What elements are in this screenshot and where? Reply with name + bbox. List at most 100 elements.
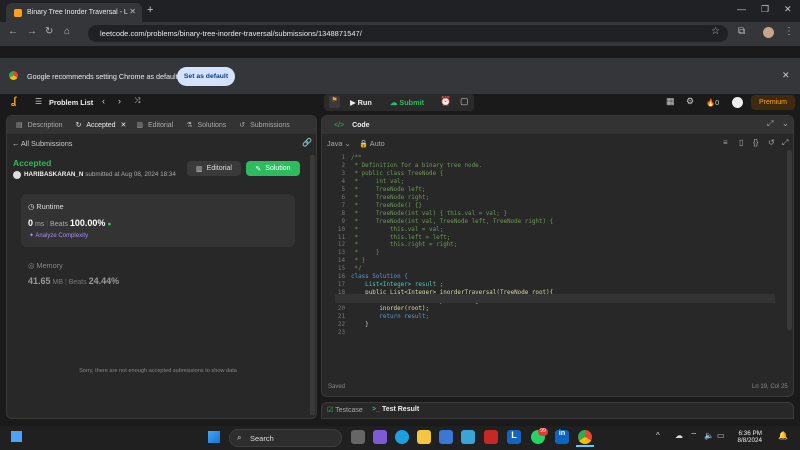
auto-mode-toggle[interactable]: 🔒 Auto — [359, 139, 385, 148]
tab-description[interactable]: ▤ Description — [13, 121, 69, 129]
code-line[interactable]: 14 * } — [327, 257, 777, 265]
mcafee-icon[interactable] — [484, 430, 498, 444]
code-line[interactable]: 7 * TreeNode() {} — [327, 202, 777, 210]
taskbar-search[interactable]: ⌕ Search — [229, 429, 342, 447]
close-infobar-icon[interactable]: ✕ — [782, 70, 790, 81]
close-tab-icon[interactable]: ✕ — [129, 7, 136, 16]
start-icon[interactable] — [208, 431, 220, 443]
chevron-up-icon[interactable]: ^ — [656, 431, 660, 440]
reload-icon[interactable]: ↻ — [45, 26, 53, 37]
clock[interactable]: 6:36 PM 8/8/2024 — [732, 430, 762, 444]
run-button[interactable]: ▶ Run — [350, 98, 372, 107]
back-icon[interactable]: ← — [8, 26, 18, 37]
set-as-default-button[interactable]: Set as default — [177, 67, 235, 86]
editorial-button[interactable]: ▥ Editorial — [187, 161, 241, 176]
tab-accepted[interactable]: ↻ Accepted ✕ — [73, 121, 130, 129]
profile-avatar[interactable] — [763, 27, 774, 38]
code-line[interactable]: 10 * this.val = val; — [327, 226, 777, 234]
maximize-icon[interactable]: ❐ — [761, 4, 769, 15]
new-tab-icon[interactable]: + — [147, 4, 153, 16]
settings-gear-icon[interactable]: ⚙ — [686, 96, 694, 107]
prev-problem-icon[interactable]: ‹ — [102, 96, 105, 106]
code-line[interactable]: 22 } — [327, 321, 777, 329]
code-line[interactable]: 23 — [327, 329, 777, 337]
chrome-taskbar-icon[interactable] — [578, 430, 592, 444]
code-line[interactable]: 9 * TreeNode(int val, TreeNode left, Tre… — [327, 218, 777, 226]
collapse-icon[interactable]: ⌄ — [782, 119, 789, 128]
url-bar[interactable]: leetcode.com/problems/binary-tree-inorde… — [88, 25, 728, 42]
tab-solutions[interactable]: ⚗ Solutions — [183, 121, 232, 129]
code-line[interactable]: 21 return result; — [327, 313, 777, 321]
maximize-editor-icon[interactable]: ⤢ — [782, 138, 788, 148]
solution-button[interactable]: ✎ Solution — [246, 161, 300, 176]
fullscreen-icon[interactable]: ⤢ — [767, 119, 773, 129]
minimize-icon[interactable]: — — [737, 4, 746, 14]
photos-icon[interactable] — [461, 430, 475, 444]
code-line[interactable]: 6 * TreeNode right; — [327, 194, 777, 202]
runtime-label: Runtime — [36, 202, 64, 211]
file-explorer-icon[interactable] — [417, 430, 431, 444]
extensions-icon[interactable]: ⧉ — [738, 26, 745, 37]
editor-scrollbar[interactable] — [787, 150, 792, 330]
close-window-icon[interactable]: ✕ — [784, 4, 792, 15]
forward-icon[interactable]: → — [27, 26, 37, 37]
braces-icon[interactable]: {} — [753, 138, 758, 147]
user-avatar[interactable] — [732, 97, 743, 108]
code-line[interactable]: 8 * TreeNode(int val) { this.val = val; … — [327, 210, 777, 218]
problem-list-link[interactable]: Problem List — [49, 98, 93, 107]
meet-icon[interactable] — [373, 430, 387, 444]
tab-test-result[interactable]: >_ Test Result — [372, 406, 419, 413]
code-tab[interactable]: </> Code — [328, 122, 376, 129]
analyze-complexity-link[interactable]: ✦ Analyze Complexity — [29, 232, 88, 239]
code-line[interactable]: 17 List<Integer> result ; — [327, 281, 777, 289]
code-line[interactable]: 20 inorder(root); — [327, 305, 777, 313]
volume-icon[interactable]: 🔈 — [704, 431, 714, 440]
notes-icon[interactable]: ▢ — [460, 96, 469, 107]
notifications-icon[interactable]: 🔔 — [778, 431, 788, 440]
home-icon[interactable]: ⌂ — [64, 26, 70, 37]
linkedin-icon[interactable]: in — [555, 430, 569, 444]
browser-tab[interactable]: Binary Tree Inorder Traversal - L ✕ — [6, 3, 142, 22]
code-line[interactable]: 12 * this.right = right; — [327, 241, 777, 249]
task-view-icon[interactable] — [351, 430, 365, 444]
bookmark-icon[interactable]: ▯ — [739, 138, 743, 147]
code-line[interactable]: 11 * this.left = left; — [327, 234, 777, 242]
all-submissions-link[interactable]: ← All Submissions — [12, 139, 72, 148]
format-icon[interactable]: ≡ — [723, 138, 728, 147]
tab-testcase[interactable]: ☑ Testcase — [327, 406, 363, 414]
code-editor[interactable]: 1/** 2 * Definition for a binary tree nod… — [327, 154, 777, 374]
share-link-icon[interactable]: 🔗 — [302, 138, 312, 147]
code-line[interactable]: 4 * int val; — [327, 178, 777, 186]
timer-icon[interactable]: ⏰ — [440, 96, 451, 107]
submit-button[interactable]: ☁ Submit — [390, 98, 424, 107]
tab-editorial[interactable]: ▥ Editorial — [133, 121, 179, 129]
cloud-icon[interactable]: ☁ — [675, 431, 683, 440]
shuffle-icon[interactable]: ⤨ — [134, 96, 140, 106]
code-line[interactable]: 13 * } — [327, 249, 777, 257]
layout-icon[interactable]: ▦ — [666, 96, 675, 107]
code-line[interactable]: 1 /** — [327, 154, 777, 162]
code-line[interactable]: 2 * Definition for a binary tree node. — [327, 162, 777, 170]
code-line[interactable]: 5 * TreeNode left; — [327, 186, 777, 194]
edge-icon[interactable] — [395, 430, 409, 444]
battery-icon[interactable]: ▭ — [717, 431, 725, 440]
language-select[interactable]: Java ⌄ — [327, 139, 351, 148]
chrome-menu-icon[interactable]: ⋮ — [784, 26, 794, 37]
wifi-icon[interactable]: ⌔ — [690, 431, 698, 441]
code-line[interactable]: 16 class Solution { — [327, 273, 777, 281]
next-problem-icon[interactable]: › — [118, 96, 121, 106]
left-scrollbar[interactable] — [310, 155, 315, 415]
tab-submissions[interactable]: ↺ Submissions — [236, 121, 296, 129]
streak-counter[interactable]: 🔥0 — [706, 98, 719, 107]
widgets-icon[interactable] — [11, 431, 22, 442]
l-app-icon[interactable]: L — [507, 430, 521, 444]
bookmark-star-icon[interactable]: ☆ — [711, 26, 720, 37]
code-line[interactable]: 3 * public class TreeNode { — [327, 170, 777, 178]
leetcode-logo-icon[interactable]: ʆ — [11, 96, 16, 107]
premium-button[interactable]: Premium — [751, 95, 795, 110]
store-icon[interactable] — [439, 430, 453, 444]
code-line[interactable]: 15 */ — [327, 265, 777, 273]
submitter-name[interactable]: HARIBASKARAN_N — [24, 171, 83, 178]
reset-icon[interactable]: ↺ — [768, 138, 775, 147]
debug-icon[interactable]: ⚑ — [329, 96, 340, 108]
